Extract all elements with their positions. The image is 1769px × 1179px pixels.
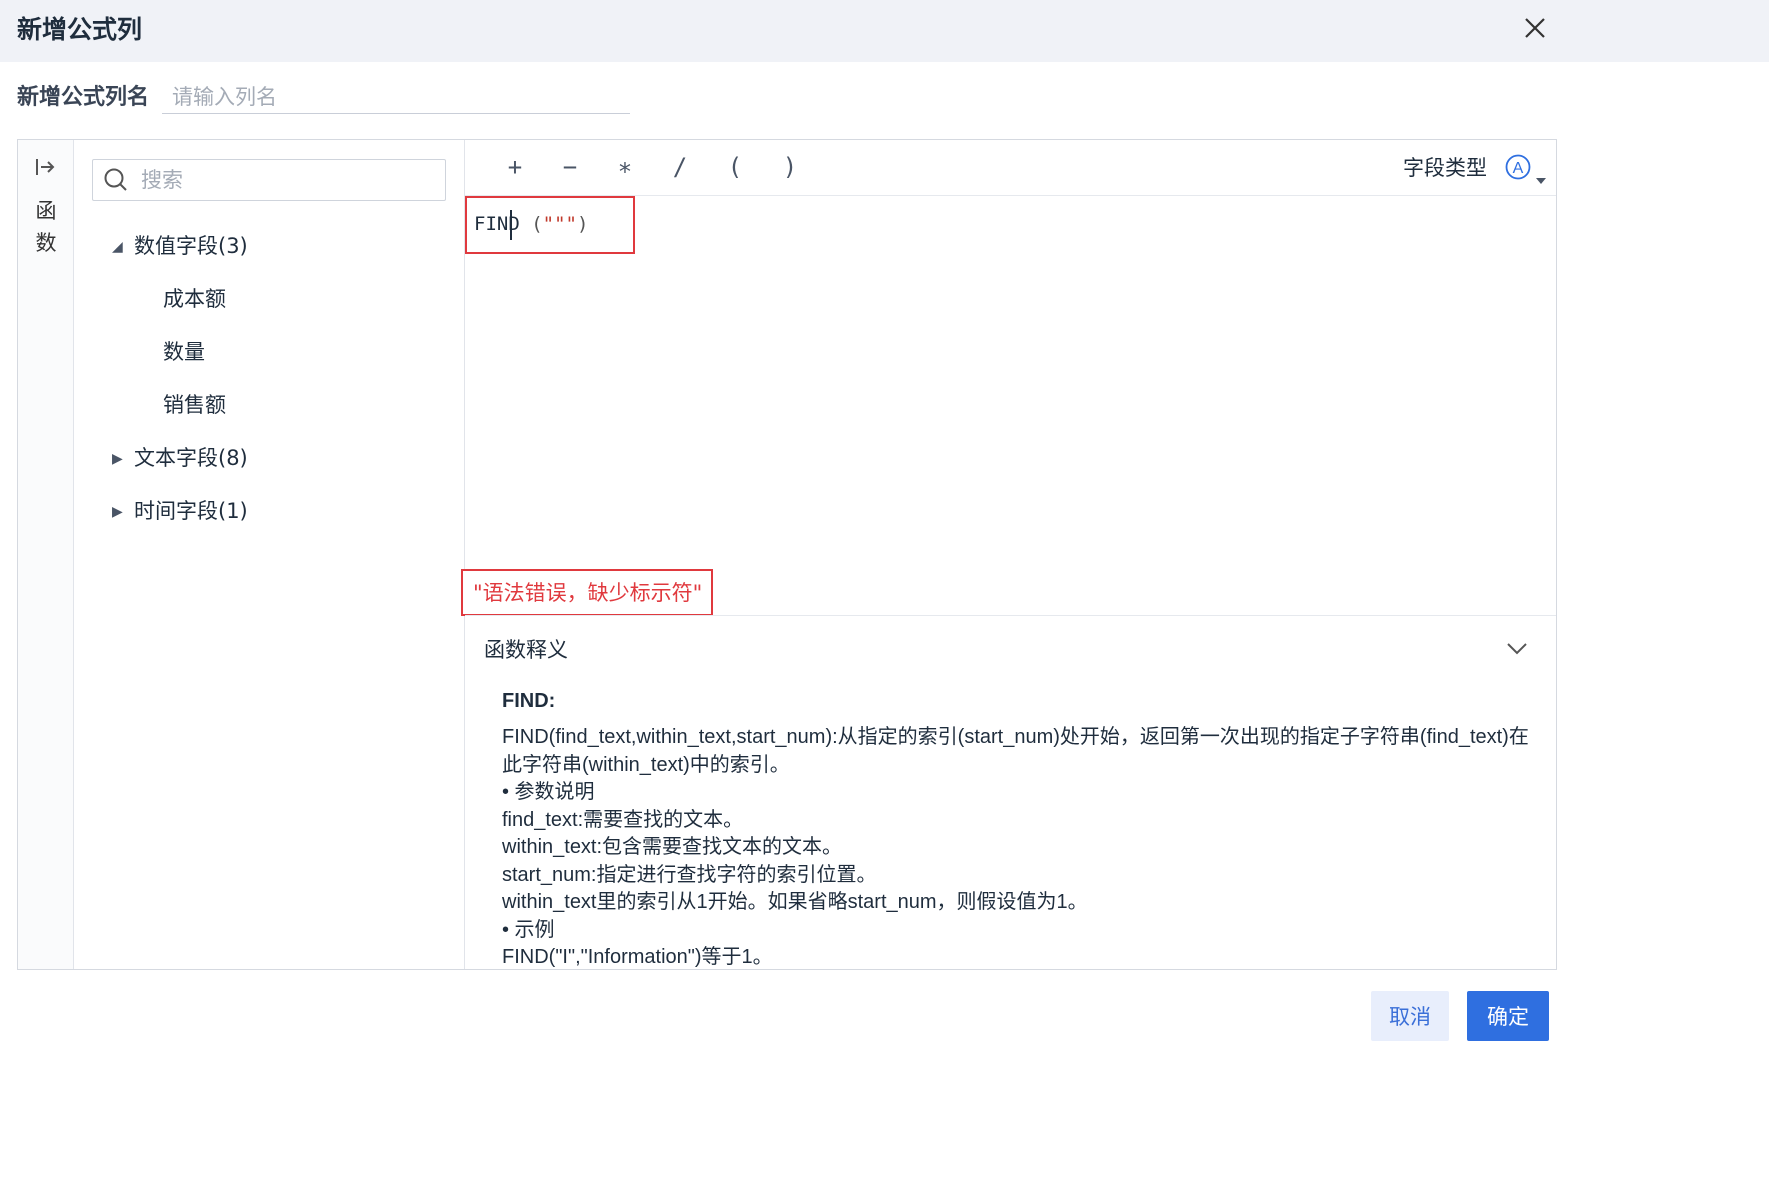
doc-body: FIND(find_text,within_text,start_num):从指… bbox=[502, 724, 1532, 970]
dropdown-caret-icon[interactable] bbox=[1536, 178, 1546, 184]
tree-group-text[interactable]: ▶ 文本字段(8) bbox=[112, 442, 248, 474]
op-minus-button[interactable]: − bbox=[553, 150, 587, 184]
column-name-input[interactable] bbox=[162, 80, 630, 114]
editor-area: + − ∗ / ( ) 字段类型 A FIND (""") "语法错误，缺少标示… bbox=[461, 140, 1556, 970]
doc-line-param-within-text: within_text:包含需要查找文本的文本。 bbox=[502, 836, 843, 858]
doc-title: 函数释义 bbox=[484, 638, 568, 662]
fields-panel: ◢数值字段(3) 成本额 数量 销售额 ▶文本字段(8) ▶时间字段(1) bbox=[74, 140, 465, 969]
search-icon bbox=[104, 168, 127, 191]
doc-line-example-heading: • 示例 bbox=[502, 918, 555, 941]
caret-right-icon: ▶ bbox=[112, 451, 123, 467]
field-type-a-icon[interactable]: A bbox=[1505, 154, 1531, 180]
doc-line-example: FIND("I","Information")等于1。 bbox=[502, 946, 773, 968]
operator-toolbar: + − ∗ / ( ) 字段类型 A bbox=[465, 140, 1556, 196]
close-icon[interactable] bbox=[1519, 12, 1551, 44]
caret-down-icon: ◢ bbox=[112, 239, 123, 255]
formula-text[interactable]: FIND (""") bbox=[474, 210, 588, 238]
op-rparen-button[interactable]: ) bbox=[773, 150, 807, 184]
tree-item-cost[interactable]: 成本额 bbox=[163, 283, 226, 315]
formula-editor-panel: 函数 ◢数值字段(3) 成本额 数量 销售额 ▶文本字段(8) ▶时间字段(1)… bbox=[17, 139, 1557, 970]
syntax-error-message: "语法错误，缺少标示符" bbox=[461, 569, 713, 616]
doc-line-param-find-text: find_text:需要查找的文本。 bbox=[502, 808, 744, 831]
doc-function-name: FIND: bbox=[502, 690, 556, 712]
tree-item-sales[interactable]: 销售额 bbox=[163, 389, 226, 421]
op-lparen-button[interactable]: ( bbox=[718, 150, 752, 184]
cancel-button[interactable]: 取消 bbox=[1371, 991, 1449, 1041]
doc-line-description: FIND(find_text,within_text,start_num):从指… bbox=[502, 726, 1529, 776]
field-search[interactable] bbox=[92, 159, 446, 201]
column-name-label: 新增公式列名 bbox=[17, 85, 150, 110]
confirm-button[interactable]: 确定 bbox=[1467, 991, 1549, 1041]
doc-line-index-note: within_text里的索引从1开始。如果省略start_num，则假设值为1… bbox=[502, 891, 1088, 913]
doc-line-param-start-num: start_num:指定进行查找字符的索引位置。 bbox=[502, 863, 877, 886]
chevron-down-icon[interactable] bbox=[1505, 636, 1529, 660]
function-rail[interactable]: 函数 bbox=[18, 140, 74, 969]
tree-group-time[interactable]: ▶ 时间字段(1) bbox=[112, 495, 248, 527]
dialog-title: 新增公式列 bbox=[17, 15, 143, 44]
function-rail-label[interactable]: 函数 bbox=[32, 195, 60, 259]
tree-group-numeric[interactable]: ◢ 数值字段(3) bbox=[112, 230, 248, 262]
doc-line-params-heading: • 参数说明 bbox=[502, 781, 595, 803]
formula-input[interactable]: FIND (""") bbox=[465, 196, 635, 254]
text-cursor bbox=[510, 210, 512, 240]
field-type-label[interactable]: 字段类型 bbox=[1403, 152, 1487, 184]
function-doc-panel: 函数释义 FIND: FIND(find_text,within_text,st… bbox=[465, 615, 1556, 970]
svg-text:A: A bbox=[1513, 160, 1524, 177]
tree-item-quantity[interactable]: 数量 bbox=[163, 336, 205, 368]
error-text: "语法错误，缺少标示符" bbox=[473, 581, 703, 605]
dialog-header: 新增公式列 bbox=[0, 0, 1769, 62]
collapse-arrow-icon[interactable] bbox=[34, 156, 58, 178]
op-divide-button[interactable]: / bbox=[663, 150, 697, 184]
caret-right-icon: ▶ bbox=[112, 504, 123, 520]
op-multiply-button[interactable]: ∗ bbox=[608, 150, 642, 184]
search-input[interactable] bbox=[139, 164, 433, 196]
op-plus-button[interactable]: + bbox=[498, 150, 532, 184]
